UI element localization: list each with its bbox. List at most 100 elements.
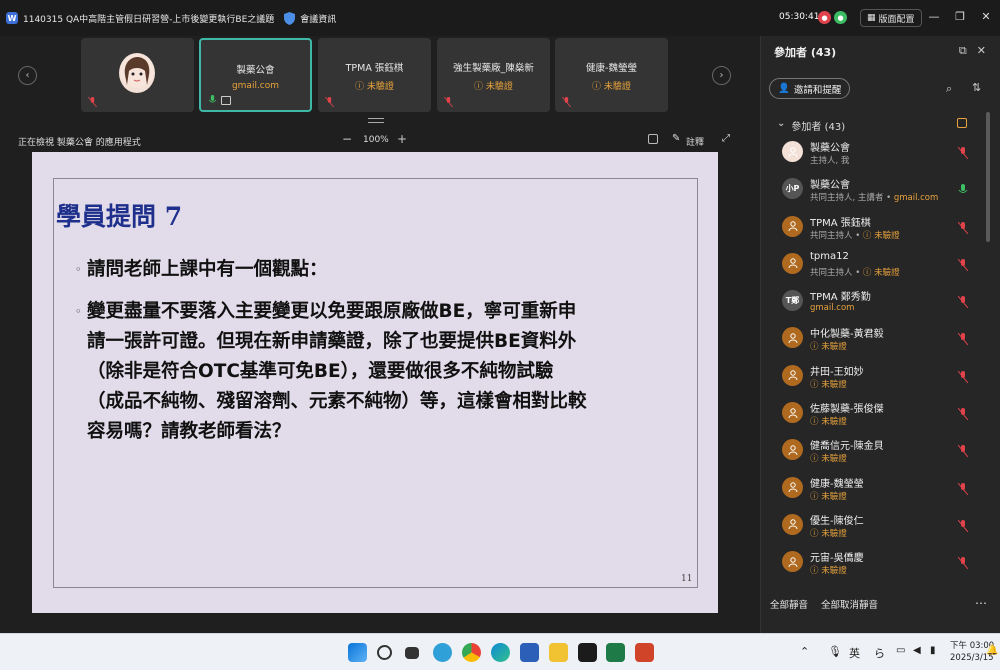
participant-role: gmail.com [810, 303, 854, 313]
unmute-all-button[interactable]: 全部取消靜音 [821, 597, 878, 611]
more-options-button[interactable]: … [975, 593, 987, 607]
maximize-icon[interactable]: ❐ [952, 9, 968, 25]
share-screen-icon [221, 96, 231, 105]
notification-bell-icon[interactable]: 🔔 [986, 645, 998, 656]
video-tile-active[interactable]: 製藥公會 gmail.com [199, 38, 312, 112]
minimize-icon[interactable]: — [926, 9, 942, 25]
close-panel-icon[interactable]: ✕ [977, 44, 986, 58]
tile-name: 強生製藥廠_陳燊新 [453, 63, 534, 74]
invite-label: 邀請和提醒 [793, 84, 842, 96]
chevron-down-icon: ⌄ [777, 118, 786, 129]
tile-email: gmail.com [231, 81, 280, 91]
participant-row[interactable]: TPMA 張鈺棋 共同主持人 • ⓘ 未驗證 [761, 211, 989, 248]
shield-icon[interactable] [284, 11, 296, 25]
muted-mic-icon[interactable] [958, 482, 968, 495]
battery-icon[interactable]: ▮ [930, 645, 936, 656]
popout-icon[interactable] [648, 134, 658, 144]
drag-handle-icon[interactable] [368, 118, 384, 123]
muted-mic-icon[interactable] [958, 370, 968, 383]
video-tile[interactable] [81, 38, 194, 112]
unverified-badge: ⓘ 未驗證 [810, 379, 847, 390]
powerpoint-icon[interactable] [635, 643, 654, 662]
participant-name: 健康-魏瑩瑩 [810, 478, 864, 490]
webex-taskbar-icon[interactable] [578, 643, 597, 662]
slide-title: 學員提問 7 [56, 202, 183, 231]
video-tile[interactable]: 強生製藥廠_陳燊新 ⓘ 未驗證 [437, 38, 550, 112]
participant-row[interactable]: 健康-魏瑩瑩 ⓘ 未驗證 [761, 472, 989, 509]
mic-tray-icon[interactable]: 🎙 [828, 645, 842, 658]
muted-mic-icon[interactable] [958, 408, 968, 421]
windows-start-icon[interactable] [348, 643, 367, 662]
task-view-icon[interactable] [405, 647, 419, 659]
mic-on-icon[interactable] [958, 184, 968, 196]
participant-row[interactable]: 優生-陳俊仁 ⓘ 未驗證 [761, 509, 989, 546]
chevron-up-icon[interactable]: ⌃ [800, 645, 809, 658]
participant-row[interactable]: tpma12 共同主持人 • ⓘ 未驗證 [761, 248, 989, 285]
invite-remind-button[interactable]: 👤 邀請和提醒 [769, 78, 851, 99]
unverified-badge: ⓘ 未驗證 [810, 491, 847, 502]
expand-icon[interactable]: ⤢ [722, 133, 730, 144]
search-icon[interactable] [377, 645, 392, 660]
meeting-timer: 05:30:41 [779, 12, 820, 22]
unverified-badge: ⓘ 未驗證 [810, 566, 847, 577]
panel-scrollbar[interactable] [986, 112, 990, 242]
muted-mic-icon[interactable] [958, 147, 968, 159]
muted-mic-icon[interactable] [958, 296, 968, 309]
webex-logo-icon: W [6, 12, 18, 24]
raise-hand-icon[interactable] [957, 118, 967, 128]
recording-icon[interactable]: ● [818, 11, 831, 24]
network-icon[interactable]: ▭ [896, 645, 905, 656]
participant-role: 共同主持人 • ⓘ 未驗證 [810, 229, 900, 241]
bullet-line: 容易嗎？請教老師看法？ [87, 421, 291, 442]
strip-next-icon[interactable]: › [712, 66, 731, 85]
muted-mic-icon[interactable] [958, 519, 968, 532]
mic-status-icon[interactable]: ● [834, 11, 847, 24]
muted-mic-icon[interactable] [958, 333, 968, 346]
annotate-pen-icon[interactable]: ✎ [672, 133, 680, 144]
participant-email: gmail.com [893, 193, 939, 204]
muted-mic-icon [88, 97, 97, 107]
edge-icon[interactable] [491, 643, 510, 662]
meeting-info-link[interactable]: 會議資訊 [300, 12, 336, 25]
participant-row[interactable]: T鄭 TPMA 鄭秀勤 gmail.com [761, 285, 989, 322]
speaker-icon[interactable]: ◀ [913, 645, 921, 656]
video-tile[interactable]: 健康-魏瑩瑩 ⓘ 未驗證 [555, 38, 668, 112]
strip-prev-icon[interactable]: ‹ [18, 66, 37, 85]
participant-role: ⓘ 未驗證 [810, 415, 847, 427]
video-tile[interactable]: TPMA 張鈺棋 ⓘ 未驗證 [318, 38, 431, 112]
muted-mic-icon[interactable] [958, 258, 968, 271]
participants-group-header[interactable]: ⌄ 參加者 (43) [777, 118, 845, 133]
participant-row[interactable]: 小P 製藥公會 共同主持人, 主講者 • gmail.com [761, 173, 989, 210]
ime-indicator[interactable]: 英 [849, 645, 860, 661]
participant-avatar [119, 53, 155, 93]
excel-icon[interactable] [606, 643, 625, 662]
muted-mic-icon[interactable] [958, 557, 968, 570]
search-icon[interactable]: ⌕ [946, 82, 952, 96]
zoom-in-button[interactable]: + [397, 132, 407, 146]
annotate-button[interactable]: 註釋 [686, 135, 704, 148]
ime-mode-icon[interactable]: ら [874, 645, 885, 661]
muted-mic-icon[interactable] [958, 221, 968, 234]
participant-role: ⓘ 未驗證 [810, 527, 847, 539]
participant-row[interactable]: 井田-王如妙 ⓘ 未驗證 [761, 360, 989, 397]
popout-panel-icon[interactable]: ⧉ [959, 44, 967, 58]
word-icon[interactable] [520, 643, 539, 662]
participant-role: 主持人, 我 [810, 154, 849, 166]
participant-row[interactable]: 元宙-吳僑慶 ⓘ 未驗證 [761, 546, 989, 583]
zoom-out-button[interactable]: − [342, 132, 352, 146]
file-explorer-icon[interactable] [549, 643, 568, 662]
muted-mic-icon[interactable] [958, 445, 968, 458]
chrome-icon[interactable] [462, 643, 481, 662]
participant-row[interactable]: 製藥公會 主持人, 我 [761, 136, 989, 173]
participant-row[interactable]: 佐藤製藥-張俊傑 ⓘ 未驗證 [761, 397, 989, 434]
layout-button[interactable]: ▦ 版面配置 [860, 9, 922, 27]
mute-all-button[interactable]: 全部靜音 [770, 597, 808, 611]
close-icon[interactable]: ✕ [978, 9, 994, 25]
participant-avatar: 小P [782, 178, 803, 200]
unverified-badge: ⓘ 未驗證 [862, 267, 900, 278]
copilot-icon[interactable] [433, 643, 452, 662]
participant-role-text: 共同主持人, 主講者 • [810, 193, 894, 204]
participant-row[interactable]: 健喬信元-陳金貝 ⓘ 未驗證 [761, 434, 989, 471]
participant-row[interactable]: 中化製藥-黃君毅 ⓘ 未驗證 [761, 322, 989, 359]
sort-icon[interactable]: ⇅ [972, 81, 981, 94]
